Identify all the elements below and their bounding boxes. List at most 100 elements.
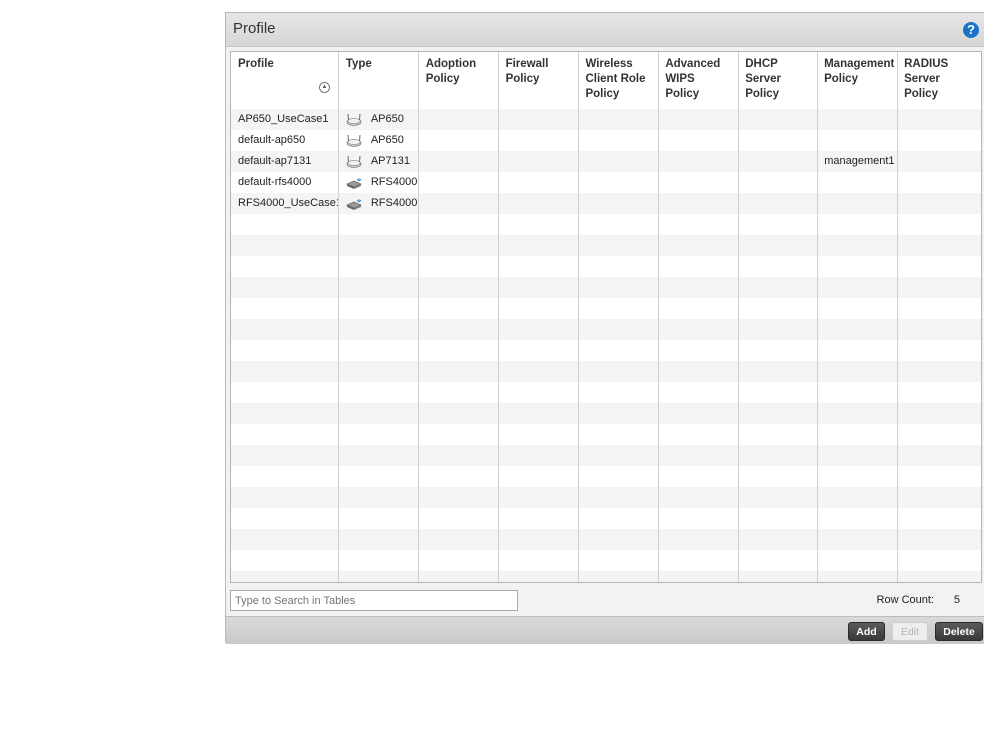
table-cell — [738, 487, 817, 508]
table-cell — [339, 424, 419, 445]
profile-cell: default-rfs4000 — [238, 176, 312, 188]
column-header[interactable]: Adoption Policy — [419, 52, 499, 109]
column-header-label: RADIUS Server Policy — [904, 58, 949, 100]
table-cell — [419, 298, 499, 319]
empty-table-row — [231, 235, 981, 256]
profile-panel: Profile ? Profile ▲ Type Adoption Policy Fir… — [225, 12, 984, 644]
table-cell — [231, 424, 339, 445]
table-cell — [658, 508, 738, 529]
table-cell — [897, 424, 981, 445]
table-cell — [419, 403, 499, 424]
empty-table-row — [231, 403, 981, 424]
edit-button[interactable]: Edit — [892, 622, 928, 641]
sort-ascending-icon[interactable]: ▲ — [319, 82, 330, 93]
management-policy-cell: management1 — [824, 155, 895, 167]
table-cell — [499, 319, 579, 340]
table-cell — [499, 487, 579, 508]
table-cell — [499, 109, 579, 130]
table-cell — [499, 193, 579, 214]
column-header[interactable]: RADIUS Server Policy — [897, 52, 981, 109]
table-cell — [231, 382, 339, 403]
table-cell — [499, 382, 579, 403]
panel-header: Profile ? — [226, 13, 984, 47]
table-cell — [817, 445, 897, 466]
management-policy-cell — [817, 109, 897, 130]
table-cell — [658, 193, 738, 214]
column-header[interactable]: Firewall Policy — [499, 52, 579, 109]
table-cell — [579, 424, 659, 445]
column-header[interactable]: Wireless Client Role Policy — [578, 52, 658, 109]
table-cell — [658, 382, 738, 403]
table-cell — [658, 361, 738, 382]
profile-cell: default-ap7131 — [238, 155, 312, 167]
column-header[interactable]: Profile ▲ — [231, 52, 339, 109]
empty-table-row — [231, 445, 981, 466]
table-cell — [579, 382, 659, 403]
empty-table-row — [231, 529, 981, 550]
table-row[interactable]: AP650_UseCase1 AP650 — [231, 109, 981, 130]
table-cell — [738, 466, 817, 487]
table-cell — [738, 298, 817, 319]
table-cell — [897, 277, 981, 298]
table-cell — [897, 340, 981, 361]
table-cell — [579, 340, 659, 361]
table-cell — [817, 487, 897, 508]
empty-table-row — [231, 550, 981, 571]
column-header[interactable]: Management Policy — [817, 52, 897, 109]
table-cell — [658, 130, 738, 151]
table-row[interactable]: default-ap7131 AP7131 management1 — [231, 151, 981, 172]
table-row[interactable]: RFS4000_UseCase1 RFS4000 — [231, 193, 981, 214]
table-cell — [579, 508, 659, 529]
table-cell — [738, 109, 817, 130]
table-cell — [579, 298, 659, 319]
table-cell — [738, 277, 817, 298]
question-mark-icon[interactable]: ? — [963, 22, 979, 38]
table-cell — [231, 529, 339, 550]
table-cell — [419, 466, 499, 487]
table-cell — [579, 172, 659, 193]
table-cell — [419, 130, 499, 151]
empty-table-row — [231, 361, 981, 382]
column-header[interactable]: Advanced WIPS Policy — [658, 52, 738, 109]
table-cell — [339, 214, 419, 235]
table-cell — [658, 256, 738, 277]
table-cell — [817, 508, 897, 529]
table-cell — [738, 529, 817, 550]
table-cell — [499, 529, 579, 550]
table-cell — [579, 466, 659, 487]
column-header[interactable]: DHCP Server Policy — [738, 52, 817, 109]
table-cell — [658, 424, 738, 445]
table-cell — [738, 445, 817, 466]
table-cell — [339, 571, 419, 582]
table-row[interactable]: default-ap650 AP650 — [231, 130, 981, 151]
table-cell — [658, 529, 738, 550]
management-policy-cell — [817, 130, 897, 151]
search-input[interactable] — [230, 590, 518, 611]
table-cell — [339, 466, 419, 487]
table-cell — [499, 550, 579, 571]
table-cell — [579, 130, 659, 151]
table-cell — [231, 466, 339, 487]
column-header-label: Type — [345, 58, 372, 70]
table-cell — [339, 319, 419, 340]
table-row[interactable]: default-rfs4000 RFS4000 — [231, 172, 981, 193]
table-cell — [817, 571, 897, 582]
table-cell — [579, 256, 659, 277]
table-cell — [339, 235, 419, 256]
table-cell — [817, 256, 897, 277]
table-cell — [419, 445, 499, 466]
delete-button[interactable]: Delete — [935, 622, 983, 641]
empty-table-row — [231, 382, 981, 403]
column-header[interactable]: Type — [339, 52, 419, 109]
add-button[interactable]: Add — [848, 622, 885, 641]
type-cell: AP650 — [339, 109, 419, 130]
table-cell — [658, 340, 738, 361]
profile-cell: RFS4000_UseCase1 — [238, 197, 339, 209]
table-cell — [658, 571, 738, 582]
table-cell — [419, 277, 499, 298]
empty-table-row — [231, 298, 981, 319]
empty-table-row — [231, 319, 981, 340]
table-cell — [339, 340, 419, 361]
table-cell — [231, 298, 339, 319]
access-point-icon — [346, 134, 362, 148]
